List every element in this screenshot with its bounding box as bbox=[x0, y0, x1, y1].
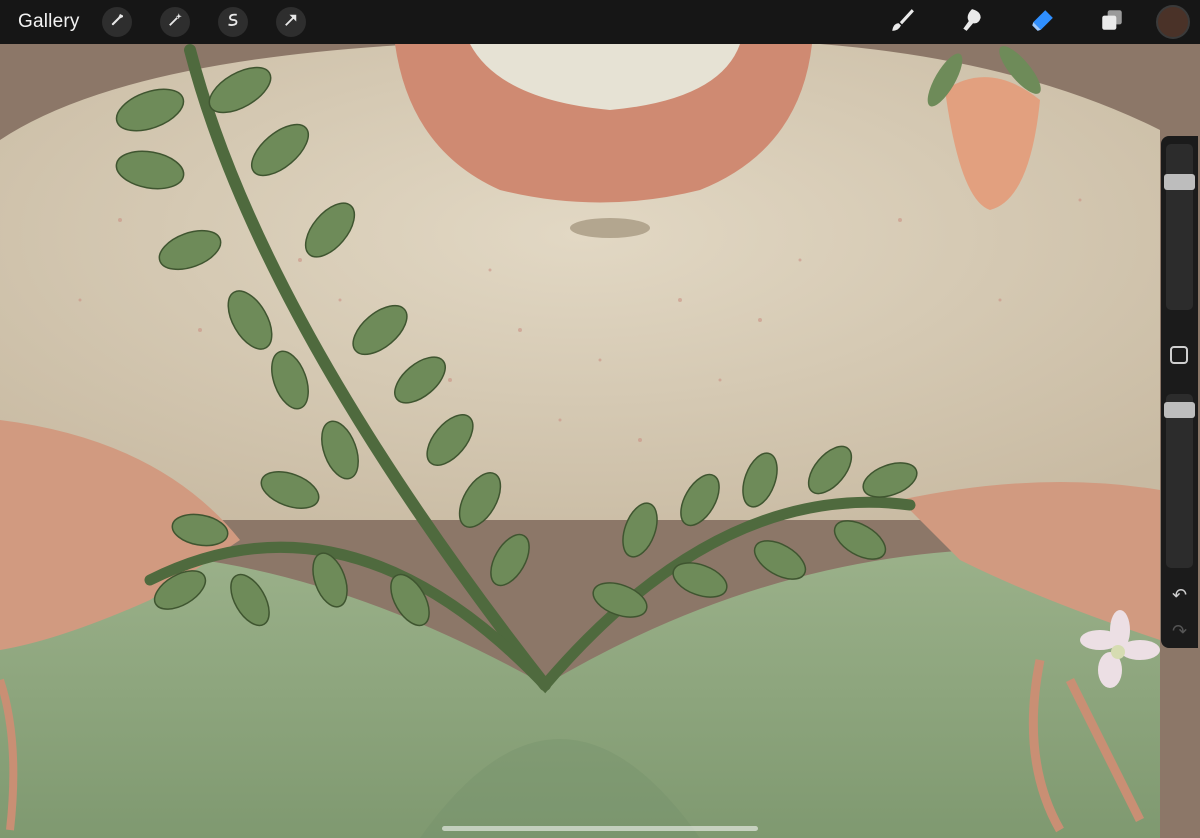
redo-button[interactable]: ↷ bbox=[1166, 618, 1193, 644]
side-bar: ↶ ↷ bbox=[1161, 136, 1198, 648]
opacity-handle[interactable] bbox=[1164, 402, 1195, 418]
brush-icon bbox=[889, 7, 915, 38]
gallery-button[interactable]: Gallery bbox=[18, 11, 80, 33]
magic-wand-icon bbox=[166, 11, 184, 34]
brush-size-handle[interactable] bbox=[1164, 174, 1195, 190]
color-picker-button[interactable] bbox=[1156, 5, 1190, 39]
adjustments-button[interactable] bbox=[159, 7, 190, 37]
modify-button[interactable] bbox=[1170, 346, 1188, 364]
selection-icon bbox=[224, 11, 242, 34]
smudge-icon bbox=[959, 7, 985, 38]
brush-tool[interactable] bbox=[884, 4, 920, 40]
wrench-icon bbox=[108, 11, 126, 34]
smudge-tool[interactable] bbox=[954, 4, 990, 40]
eraser-tool[interactable] bbox=[1024, 4, 1060, 40]
actions-button[interactable] bbox=[101, 7, 132, 37]
transform-button[interactable] bbox=[275, 7, 306, 37]
selection-button[interactable] bbox=[217, 7, 248, 37]
top-toolbar: Gallery bbox=[0, 0, 1200, 44]
opacity-slider[interactable] bbox=[1164, 394, 1195, 568]
transform-arrow-icon bbox=[282, 11, 300, 34]
layers-tool[interactable] bbox=[1094, 4, 1130, 40]
drawing-canvas[interactable] bbox=[0, 0, 1200, 838]
eraser-icon bbox=[1029, 7, 1055, 38]
hollow-shadow bbox=[570, 218, 650, 238]
right-tool-group bbox=[884, 0, 1200, 44]
brush-size-slider[interactable] bbox=[1164, 144, 1195, 310]
undo-button[interactable]: ↶ bbox=[1166, 582, 1193, 608]
home-indicator bbox=[442, 826, 758, 831]
layers-icon bbox=[1099, 7, 1125, 38]
